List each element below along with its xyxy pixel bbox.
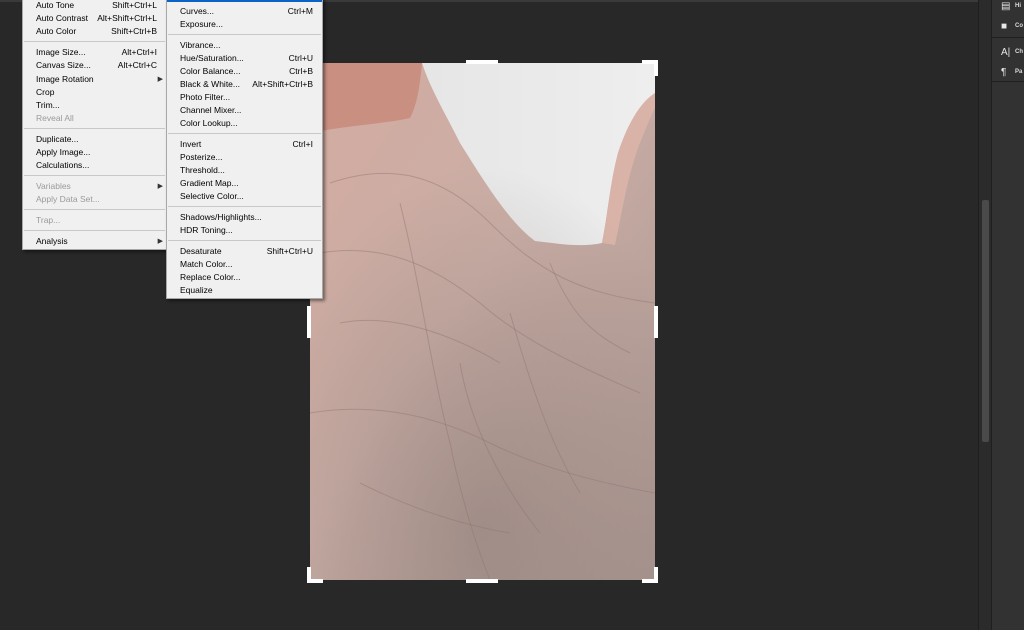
transform-handle-top[interactable] <box>466 60 498 64</box>
menu-item-color-balance[interactable]: Color Balance... Ctrl+B <box>167 65 322 78</box>
menu-item-trim[interactable]: Trim... <box>23 99 166 112</box>
transform-handle-bottom[interactable] <box>466 579 498 583</box>
menu-item-apply-image[interactable]: Apply Image... <box>23 146 166 159</box>
panel-button-history[interactable]: ▤ Hi <box>992 0 1024 16</box>
adjustments-submenu: Curves... Ctrl+M Exposure... Vibrance... … <box>166 0 323 299</box>
menu-separator <box>168 34 321 35</box>
menu-item-gradient-map[interactable]: Gradient Map... <box>167 177 322 190</box>
panel-button-paragraph[interactable]: ¶ Pa <box>992 62 1024 82</box>
menu-item-apply-data-set[interactable]: Apply Data Set... <box>23 193 166 206</box>
transform-handle-bottom-right[interactable] <box>654 567 658 583</box>
menu-item-variables[interactable]: Variables ▶ <box>23 180 166 193</box>
menu-item-auto-color[interactable]: Auto Color Shift+Ctrl+B <box>23 25 166 38</box>
panel-group-type: A| Ch ¶ Pa <box>992 42 1024 82</box>
panel-button-comments[interactable]: ■ Co <box>992 16 1024 36</box>
menu-separator <box>24 41 165 42</box>
menu-item-match-color[interactable]: Match Color... <box>167 258 322 271</box>
photoshop-window: Auto Tone Shift+Ctrl+L Auto Contrast Alt+S… <box>0 0 1024 630</box>
menu-separator <box>24 230 165 231</box>
menu-item-auto-tone[interactable]: Auto Tone Shift+Ctrl+L <box>23 0 166 12</box>
menu-item-shadows-highlights[interactable]: Shadows/Highlights... <box>167 211 322 224</box>
menu-separator <box>24 175 165 176</box>
panel-group-history: ▤ Hi ■ Co <box>992 0 1024 38</box>
paragraph-icon: ¶ <box>1001 66 1007 78</box>
comments-icon: ■ <box>1001 20 1008 32</box>
menu-item-channel-mixer[interactable]: Channel Mixer... <box>167 104 322 117</box>
menu-item-equalize[interactable]: Equalize <box>167 284 322 297</box>
menu-item-vibrance[interactable]: Vibrance... <box>167 39 322 52</box>
menu-item-posterize[interactable]: Posterize... <box>167 151 322 164</box>
image-menu: Auto Tone Shift+Ctrl+L Auto Contrast Alt+S… <box>22 0 167 250</box>
menu-item-image-size[interactable]: Image Size... Alt+Ctrl+I <box>23 46 166 59</box>
vertical-scrollbar[interactable] <box>978 0 991 630</box>
transform-handle-top-right[interactable] <box>654 60 658 76</box>
menu-item-black-white[interactable]: Black & White... Alt+Shift+Ctrl+B <box>167 78 322 91</box>
menu-item-trap[interactable]: Trap... <box>23 214 166 227</box>
menu-item-invert[interactable]: Invert Ctrl+I <box>167 138 322 151</box>
menu-item-highlighted[interactable] <box>167 0 322 2</box>
history-icon: ▤ <box>1001 0 1011 12</box>
menu-item-reveal-all[interactable]: Reveal All <box>23 112 166 125</box>
menu-separator <box>168 133 321 134</box>
menu-item-selective-color[interactable]: Selective Color... <box>167 190 322 203</box>
menu-item-photo-filter[interactable]: Photo Filter... <box>167 91 322 104</box>
menu-item-threshold[interactable]: Threshold... <box>167 164 322 177</box>
menu-item-auto-contrast[interactable]: Auto Contrast Alt+Shift+Ctrl+L <box>23 12 166 25</box>
menu-item-crop[interactable]: Crop <box>23 86 166 99</box>
transform-handle-bottom-left[interactable] <box>307 567 311 583</box>
menu-item-hue-saturation[interactable]: Hue/Saturation... Ctrl+U <box>167 52 322 65</box>
submenu-arrow-icon: ▶ <box>157 76 163 83</box>
palm-photo <box>310 63 655 580</box>
menu-item-exposure[interactable]: Exposure... <box>167 18 322 31</box>
menu-item-canvas-size[interactable]: Canvas Size... Alt+Ctrl+C <box>23 59 166 72</box>
scrollbar-thumb[interactable] <box>982 200 989 442</box>
menu-item-replace-color[interactable]: Replace Color... <box>167 271 322 284</box>
menu-separator <box>24 209 165 210</box>
menu-item-hdr-toning[interactable]: HDR Toning... <box>167 224 322 237</box>
menu-item-analysis[interactable]: Analysis ▶ <box>23 235 166 248</box>
menu-item-duplicate[interactable]: Duplicate... <box>23 133 166 146</box>
submenu-arrow-icon: ▶ <box>157 238 163 245</box>
document-workspace[interactable]: Auto Tone Shift+Ctrl+L Auto Contrast Alt+S… <box>0 0 978 630</box>
menu-separator <box>168 206 321 207</box>
document-canvas[interactable] <box>310 63 655 580</box>
menu-item-calculations[interactable]: Calculations... <box>23 159 166 172</box>
character-icon: A| <box>1001 46 1011 58</box>
submenu-arrow-icon: ▶ <box>157 183 163 190</box>
transform-handle-right[interactable] <box>654 306 658 338</box>
menu-separator <box>168 240 321 241</box>
panel-button-character[interactable]: A| Ch <box>992 42 1024 62</box>
panel-dock: ▤ Hi ■ Co A| Ch ¶ Pa <box>991 0 1024 630</box>
menu-item-desaturate[interactable]: Desaturate Shift+Ctrl+U <box>167 245 322 258</box>
menu-item-curves[interactable]: Curves... Ctrl+M <box>167 5 322 18</box>
transform-handle-left[interactable] <box>307 306 311 338</box>
menu-item-image-rotation[interactable]: Image Rotation ▶ <box>23 73 166 86</box>
menu-separator <box>24 128 165 129</box>
menu-item-color-lookup[interactable]: Color Lookup... <box>167 117 322 130</box>
